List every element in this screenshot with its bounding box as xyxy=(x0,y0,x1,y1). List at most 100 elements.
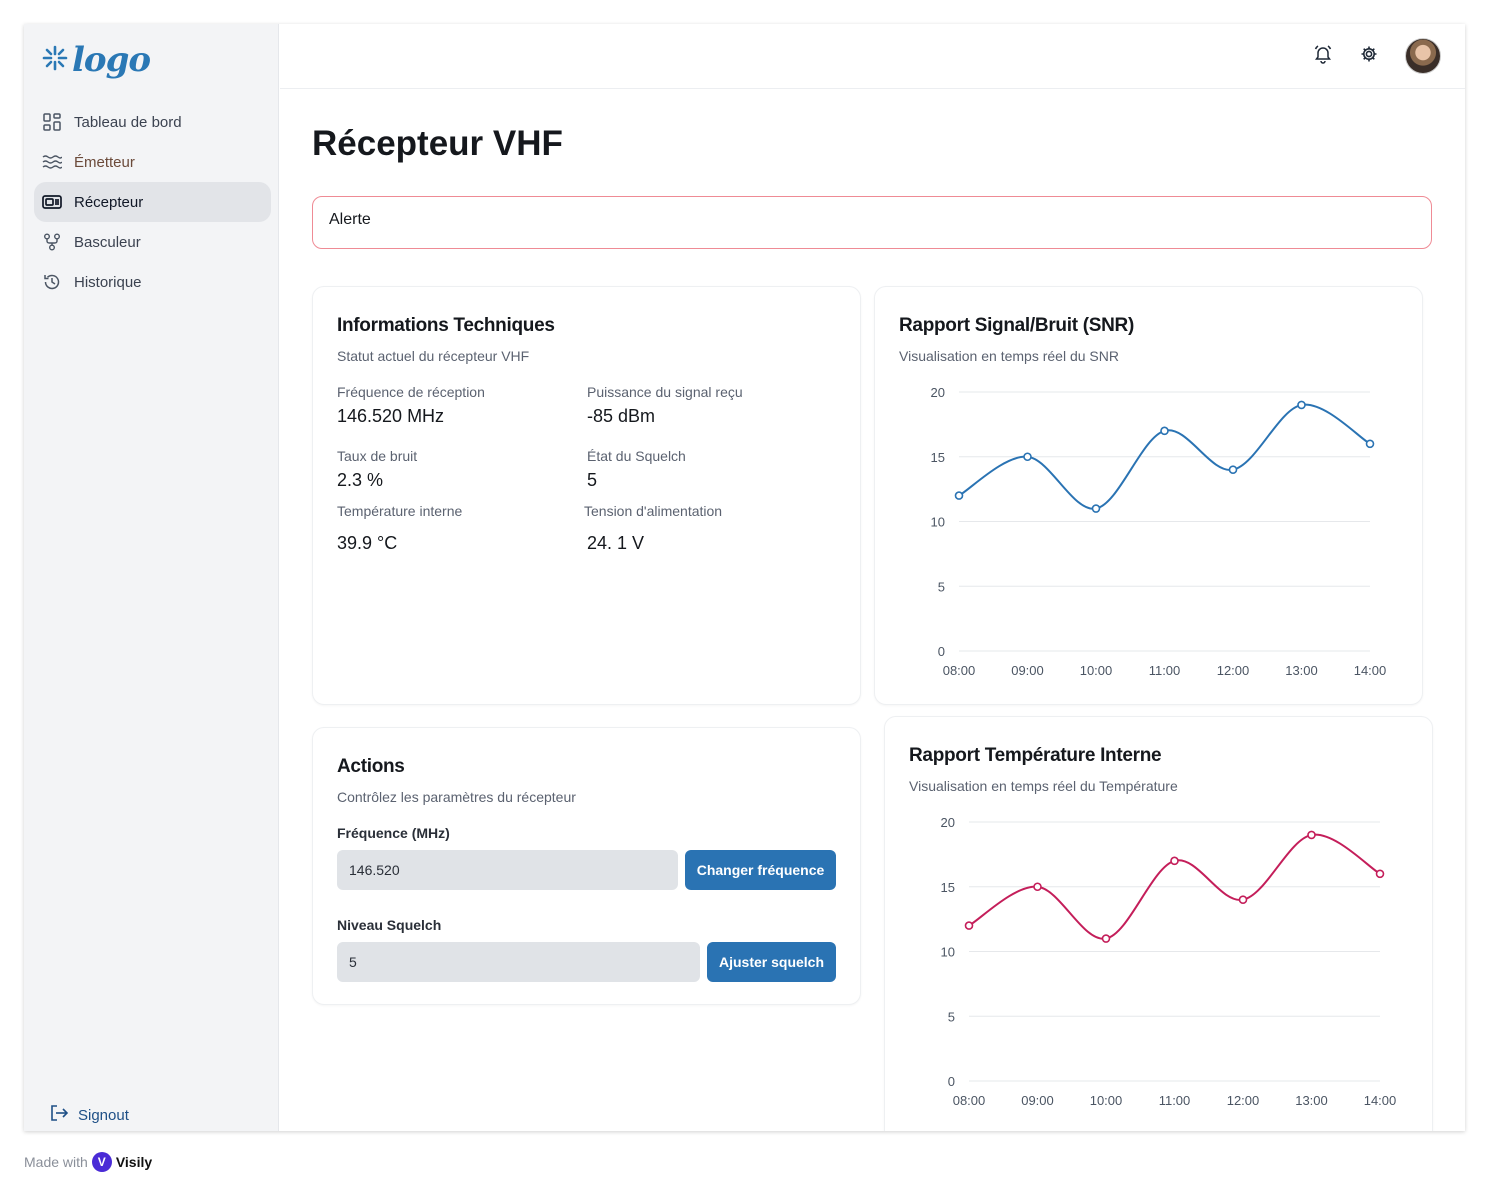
info-label: Taux de bruit xyxy=(337,448,418,464)
y-tick-label: 10 xyxy=(941,945,955,960)
made-with-label: Made with xyxy=(24,1154,88,1170)
bell-icon[interactable] xyxy=(1313,44,1333,69)
data-point xyxy=(964,921,974,930)
info-label: Température interne xyxy=(337,503,463,519)
x-tick-label: 09:00 xyxy=(1011,663,1044,678)
sidebar-item-tableau-de-bord[interactable]: Tableau de bord xyxy=(34,102,271,142)
x-tick-label: 11:00 xyxy=(1149,663,1181,678)
data-point xyxy=(1170,856,1179,866)
actions-card-subtitle: Contrôlez les paramètres du récepteur xyxy=(337,789,576,805)
temperature-chart-card: Rapport Température Interne Visualisatio… xyxy=(884,716,1433,1131)
sidebar-item-label: Basculeur xyxy=(74,233,141,251)
y-tick-label: 5 xyxy=(948,1009,955,1024)
info-label: Tension d'alimentation xyxy=(584,503,723,519)
frequency-field-label: Fréquence (MHz) xyxy=(337,825,450,841)
sidebar: logo Tableau de bord Émetteur Récepteur … xyxy=(24,24,279,1131)
y-tick-label: 0 xyxy=(948,1074,955,1089)
x-tick-label: 08:00 xyxy=(943,663,976,678)
info-card-title: Informations Techniques xyxy=(337,315,555,336)
info-card-subtitle: Statut actuel du récepteur VHF xyxy=(337,348,530,364)
snr-chart-card: Rapport Signal/Bruit (SNR) Visualisation… xyxy=(874,286,1423,705)
app-window: logo Tableau de bord Émetteur Récepteur … xyxy=(24,24,1465,1131)
sidebar-item-emetteur[interactable]: Émetteur xyxy=(34,142,271,182)
visily-brand: Visily xyxy=(115,1154,153,1170)
x-tick-label: 14:00 xyxy=(1354,663,1387,678)
change-frequency-button[interactable]: Changer fréquence xyxy=(685,850,836,890)
info-item-internal-temperature: Température interne 39.9 °C xyxy=(337,503,462,554)
data-point xyxy=(1238,895,1248,904)
actions-card: Actions Contrôlez les paramètres du réce… xyxy=(312,727,861,1005)
data-point xyxy=(1375,869,1385,879)
avatar[interactable] xyxy=(1405,38,1441,74)
x-tick-label: 12:00 xyxy=(1217,663,1250,678)
made-with-footer[interactable]: Made with V Visily xyxy=(24,1152,152,1172)
info-item-squelch-state: État du Squelch 5 xyxy=(587,448,686,491)
sidebar-nav: Tableau de bord Émetteur Récepteur Bascu… xyxy=(34,102,271,302)
sidebar-item-historique[interactable]: Historique xyxy=(34,262,271,302)
logout-icon xyxy=(50,1104,70,1127)
x-tick-label: 12:00 xyxy=(1227,1093,1260,1108)
info-value: 146.520 MHz xyxy=(337,406,445,426)
data-point xyxy=(954,491,964,500)
waves-icon xyxy=(42,152,62,172)
info-value: 39.9 °C xyxy=(337,533,398,553)
data-point xyxy=(1365,439,1375,449)
y-tick-label: 15 xyxy=(931,450,945,465)
logo[interactable]: logo xyxy=(42,40,151,80)
snr-line-chart: 0 5 10 15 20 08:00 09:00 10:00 11:00 12:00 13:00 14… xyxy=(931,385,1387,678)
y-tick-label: 15 xyxy=(941,880,955,895)
history-icon xyxy=(42,272,62,292)
info-value: 2.3 % xyxy=(337,470,384,490)
signout-link[interactable]: Signout xyxy=(50,1104,129,1127)
info-item-supply-voltage: Tension d'alimentation 24. 1 V xyxy=(584,503,722,554)
data-point xyxy=(1307,830,1316,840)
adjust-squelch-button[interactable]: Ajuster squelch xyxy=(707,942,836,982)
switch-icon xyxy=(42,232,62,252)
y-tick-label: 20 xyxy=(931,385,945,400)
data-point xyxy=(1023,452,1032,462)
top-bar xyxy=(280,24,1465,89)
data-point xyxy=(1228,465,1238,474)
info-label: État du Squelch xyxy=(587,448,686,464)
data-point xyxy=(1091,504,1101,513)
data-point xyxy=(1101,934,1111,943)
sidebar-item-label: Récepteur xyxy=(74,193,144,211)
sidebar-item-label: Émetteur xyxy=(74,153,135,171)
data-point xyxy=(1297,400,1306,410)
x-tick-label: 10:00 xyxy=(1090,1093,1123,1108)
data-point xyxy=(1033,882,1042,892)
x-tick-label: 10:00 xyxy=(1080,663,1113,678)
y-tick-label: 5 xyxy=(938,579,945,594)
alert-banner: Alerte xyxy=(312,196,1432,249)
receiver-icon xyxy=(42,192,62,212)
x-tick-label: 11:00 xyxy=(1159,1093,1191,1108)
sidebar-item-recepteur[interactable]: Récepteur xyxy=(34,182,271,222)
squelch-field-label: Niveau Squelch xyxy=(337,917,442,933)
squelch-input[interactable]: 5 xyxy=(337,942,700,982)
info-card: Informations Techniques Statut actuel du… xyxy=(312,286,861,705)
x-tick-label: 09:00 xyxy=(1021,1093,1054,1108)
x-tick-label: 13:00 xyxy=(1295,1093,1328,1108)
info-label: Fréquence de réception xyxy=(337,384,485,400)
x-tick-label: 14:00 xyxy=(1364,1093,1397,1108)
logo-text: logo xyxy=(72,40,151,80)
gear-icon[interactable] xyxy=(1359,44,1379,69)
info-item-frequency: Fréquence de réception 146.520 MHz xyxy=(337,384,485,427)
top-bar-actions xyxy=(1313,38,1441,74)
info-item-noise-rate: Taux de bruit 2.3 % xyxy=(337,448,417,491)
x-tick-label: 13:00 xyxy=(1285,663,1318,678)
info-value: 24. 1 V xyxy=(587,533,645,553)
sidebar-item-label: Tableau de bord xyxy=(74,113,182,131)
info-item-signal-power: Puissance du signal reçu -85 dBm xyxy=(587,384,743,427)
visily-logo-icon: V xyxy=(91,1152,112,1172)
y-tick-label: 0 xyxy=(938,644,945,659)
y-tick-label: 10 xyxy=(931,515,945,530)
signout-label: Signout xyxy=(78,1107,129,1124)
info-value: -85 dBm xyxy=(587,406,656,426)
temperature-line-chart: 0 5 10 15 20 08:00 09:00 10:00 11:00 12:00 13:00 14… xyxy=(941,815,1397,1108)
frequency-input[interactable]: 146.520 xyxy=(337,850,678,890)
data-point xyxy=(1160,426,1169,436)
y-tick-label: 20 xyxy=(941,815,955,830)
dashboard-icon xyxy=(42,112,62,132)
sidebar-item-basculeur[interactable]: Basculeur xyxy=(34,222,271,262)
